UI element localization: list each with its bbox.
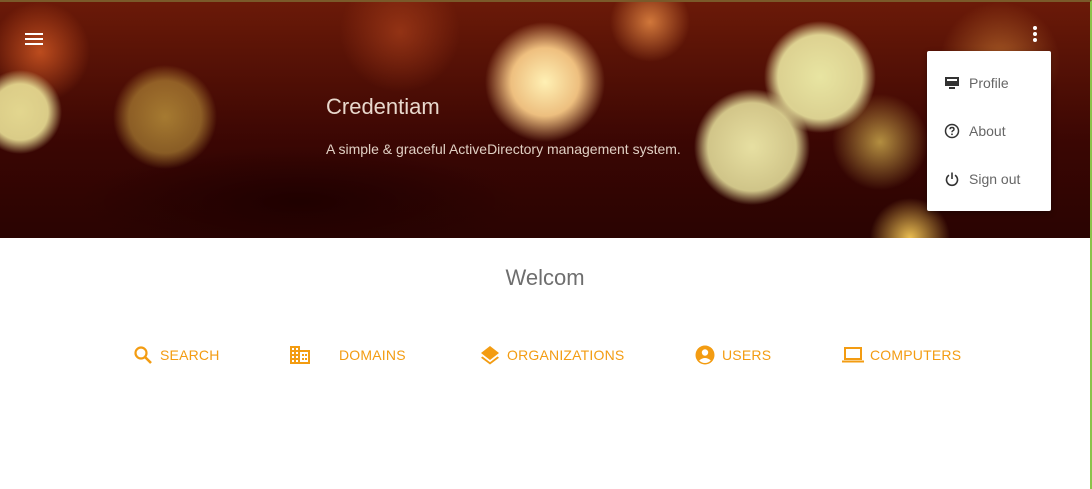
search-icon <box>132 344 154 366</box>
app-title: Credentiam <box>326 94 440 119</box>
nav-users[interactable]: USERS <box>694 342 771 368</box>
menu-item-label: Sign out <box>969 171 1021 187</box>
power-icon <box>943 170 961 188</box>
nav-label: DOMAINS <box>339 347 406 363</box>
nav-label: ORGANIZATIONS <box>507 347 625 363</box>
layers-icon <box>479 344 501 366</box>
more-vert-icon[interactable] <box>1026 24 1044 48</box>
menu-item-label: About <box>969 123 1006 139</box>
nav-domains[interactable]: DOMAINS <box>289 342 406 368</box>
nav-search[interactable]: SEARCH <box>132 342 220 368</box>
domain-icon <box>289 344 311 366</box>
monitor-icon <box>943 74 961 92</box>
menu-item-label: Profile <box>969 75 1009 91</box>
menu-item-profile[interactable]: Profile <box>927 59 1051 107</box>
menu-item-about[interactable]: About <box>927 107 1051 155</box>
laptop-icon <box>842 344 864 366</box>
menu-item-sign-out[interactable]: Sign out <box>927 155 1051 203</box>
help-circle-icon <box>943 122 961 140</box>
account-circle-icon <box>694 344 716 366</box>
nav-label: SEARCH <box>160 347 220 363</box>
welcome-heading: Welcom <box>505 265 585 290</box>
nav-label: USERS <box>722 347 772 363</box>
user-menu-dropdown: Profile About Sign out <box>927 51 1051 211</box>
nav-computers[interactable]: COMPUTERS <box>842 342 961 368</box>
nav-organizations[interactable]: ORGANIZATIONS <box>479 342 624 368</box>
page: Credentiam A simple & graceful ActiveDir… <box>0 0 1092 489</box>
nav-label: COMPUTERS <box>870 347 962 363</box>
hamburger-menu-icon[interactable] <box>22 30 46 50</box>
app-subtitle: A simple & graceful ActiveDirectory mana… <box>326 141 681 157</box>
